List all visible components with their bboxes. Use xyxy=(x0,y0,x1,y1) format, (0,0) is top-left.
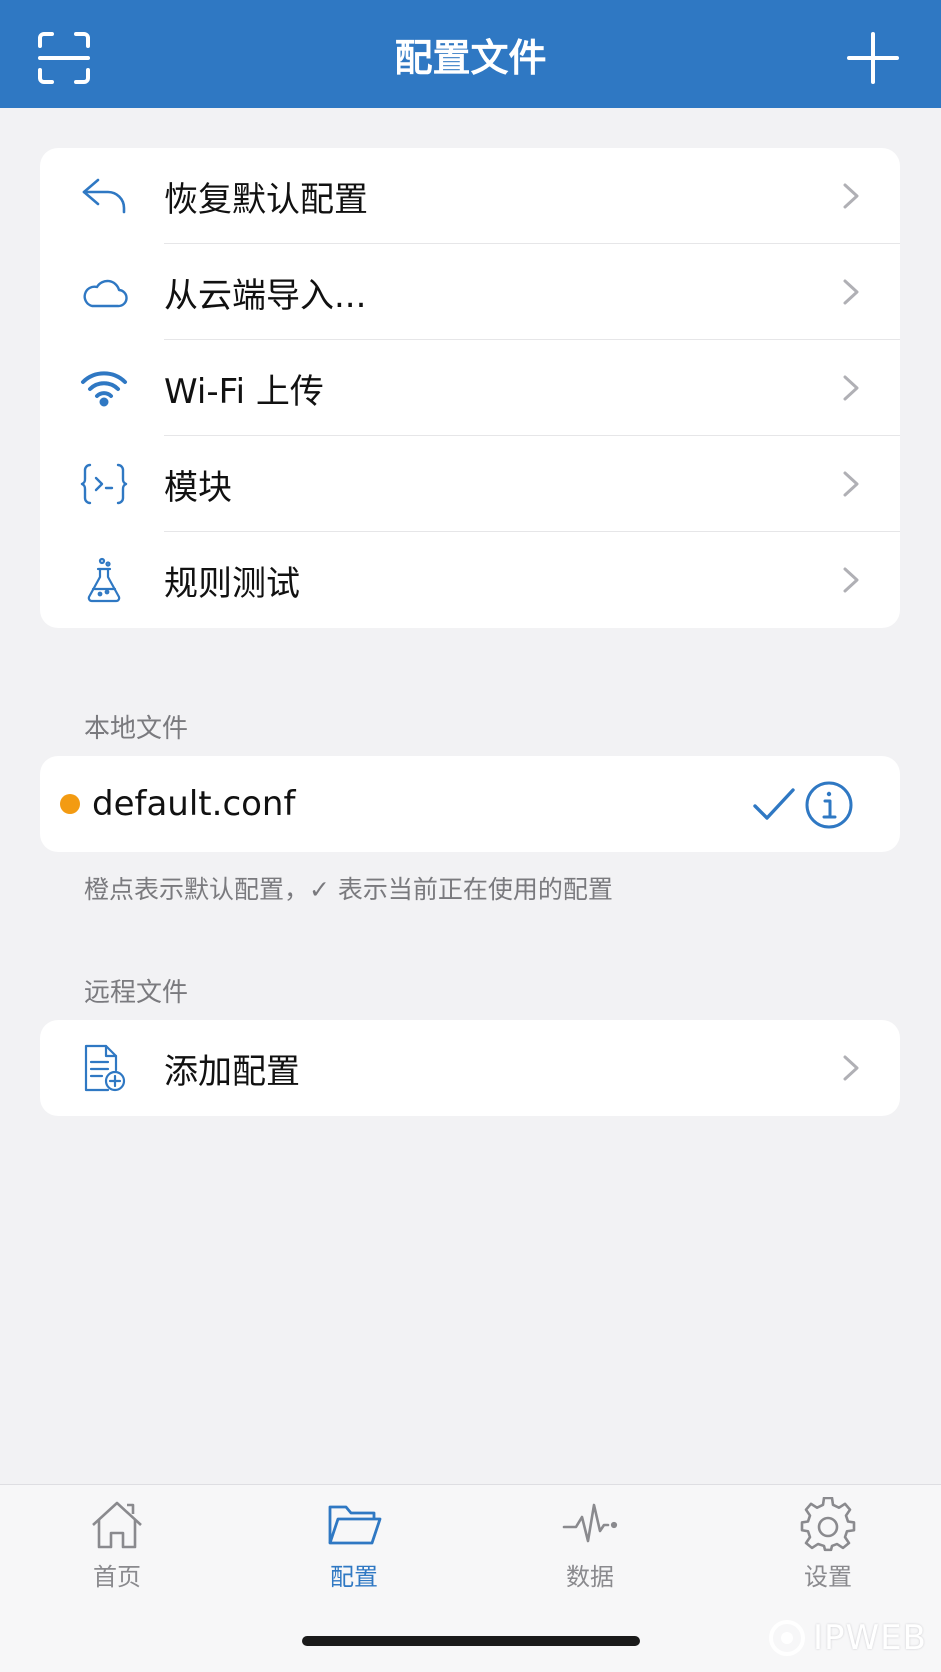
chevron-right-icon xyxy=(843,279,859,305)
chevron-right-icon xyxy=(843,567,859,593)
menu-item-label: Wi-Fi 上传 xyxy=(164,371,324,412)
actions-card: 恢复默认配置 从云端导入... Wi-Fi 上传 模块 规则测试 xyxy=(40,148,900,628)
tab-label: 设置 xyxy=(804,1563,852,1591)
watermark: IPWEB xyxy=(767,1618,927,1658)
remote-files-section-title: 远程文件 xyxy=(84,978,189,1008)
local-files-section-title: 本地文件 xyxy=(84,714,189,744)
legend-note: 橙点表示默认配置，✓ 表示当前正在使用的配置 xyxy=(84,875,613,904)
menu-item-cloud-import[interactable]: 从云端导入... xyxy=(40,244,900,340)
default-indicator-dot xyxy=(60,794,80,814)
remote-files-card: 添加配置 xyxy=(40,1020,900,1116)
menu-item-rule-test[interactable]: 规则测试 xyxy=(40,532,900,628)
menu-item-label: 规则测试 xyxy=(164,563,300,604)
add-config-row[interactable]: 添加配置 xyxy=(40,1020,900,1116)
add-config-label: 添加配置 xyxy=(164,1051,300,1092)
chevron-right-icon xyxy=(843,1055,859,1081)
page-title: 配置文件 xyxy=(394,35,547,80)
watermark-logo-icon xyxy=(769,1620,806,1656)
add-icon[interactable] xyxy=(845,30,901,86)
tab-label: 首页 xyxy=(93,1563,141,1591)
home-icon xyxy=(92,1501,142,1549)
tab-label: 数据 xyxy=(566,1563,614,1591)
info-icon[interactable] xyxy=(804,780,854,830)
nav-bar: 配置文件 xyxy=(0,0,941,108)
flask-icon xyxy=(80,556,128,604)
tab-label: 配置 xyxy=(330,1563,378,1591)
config-page: 配置文件 恢复默认配置 从云端导入... Wi-Fi 上传 模块 规则测试 本地… xyxy=(0,0,941,1672)
activity-icon xyxy=(562,1503,618,1543)
menu-item-label: 从云端导入... xyxy=(164,275,367,316)
watermark-text: IPWEB xyxy=(813,1618,927,1658)
tab-config[interactable]: 配置 xyxy=(294,1497,414,1593)
tab-settings[interactable]: 设置 xyxy=(768,1497,888,1593)
cloud-icon xyxy=(80,268,128,316)
module-braces-icon xyxy=(80,460,128,508)
folder-icon xyxy=(328,1505,382,1545)
chevron-right-icon xyxy=(843,183,859,209)
tab-data[interactable]: 数据 xyxy=(530,1497,650,1593)
menu-item-label: 恢复默认配置 xyxy=(164,179,368,220)
add-document-icon xyxy=(80,1044,128,1092)
checkmark-icon xyxy=(752,786,796,822)
reply-arrow-icon xyxy=(80,172,128,220)
home-indicator xyxy=(302,1636,640,1646)
chevron-right-icon xyxy=(843,375,859,401)
menu-item-label: 模块 xyxy=(164,467,232,508)
menu-item-modules[interactable]: 模块 xyxy=(40,436,900,532)
config-file-row[interactable]: default.conf xyxy=(40,756,900,852)
local-files-card: default.conf xyxy=(40,756,900,852)
gear-icon xyxy=(800,1497,856,1552)
wifi-icon xyxy=(80,364,128,412)
file-name: default.conf xyxy=(92,784,296,824)
tab-home[interactable]: 首页 xyxy=(57,1497,177,1593)
menu-item-wifi-upload[interactable]: Wi-Fi 上传 xyxy=(40,340,900,436)
menu-item-restore-default[interactable]: 恢复默认配置 xyxy=(40,148,900,244)
chevron-right-icon xyxy=(843,471,859,497)
